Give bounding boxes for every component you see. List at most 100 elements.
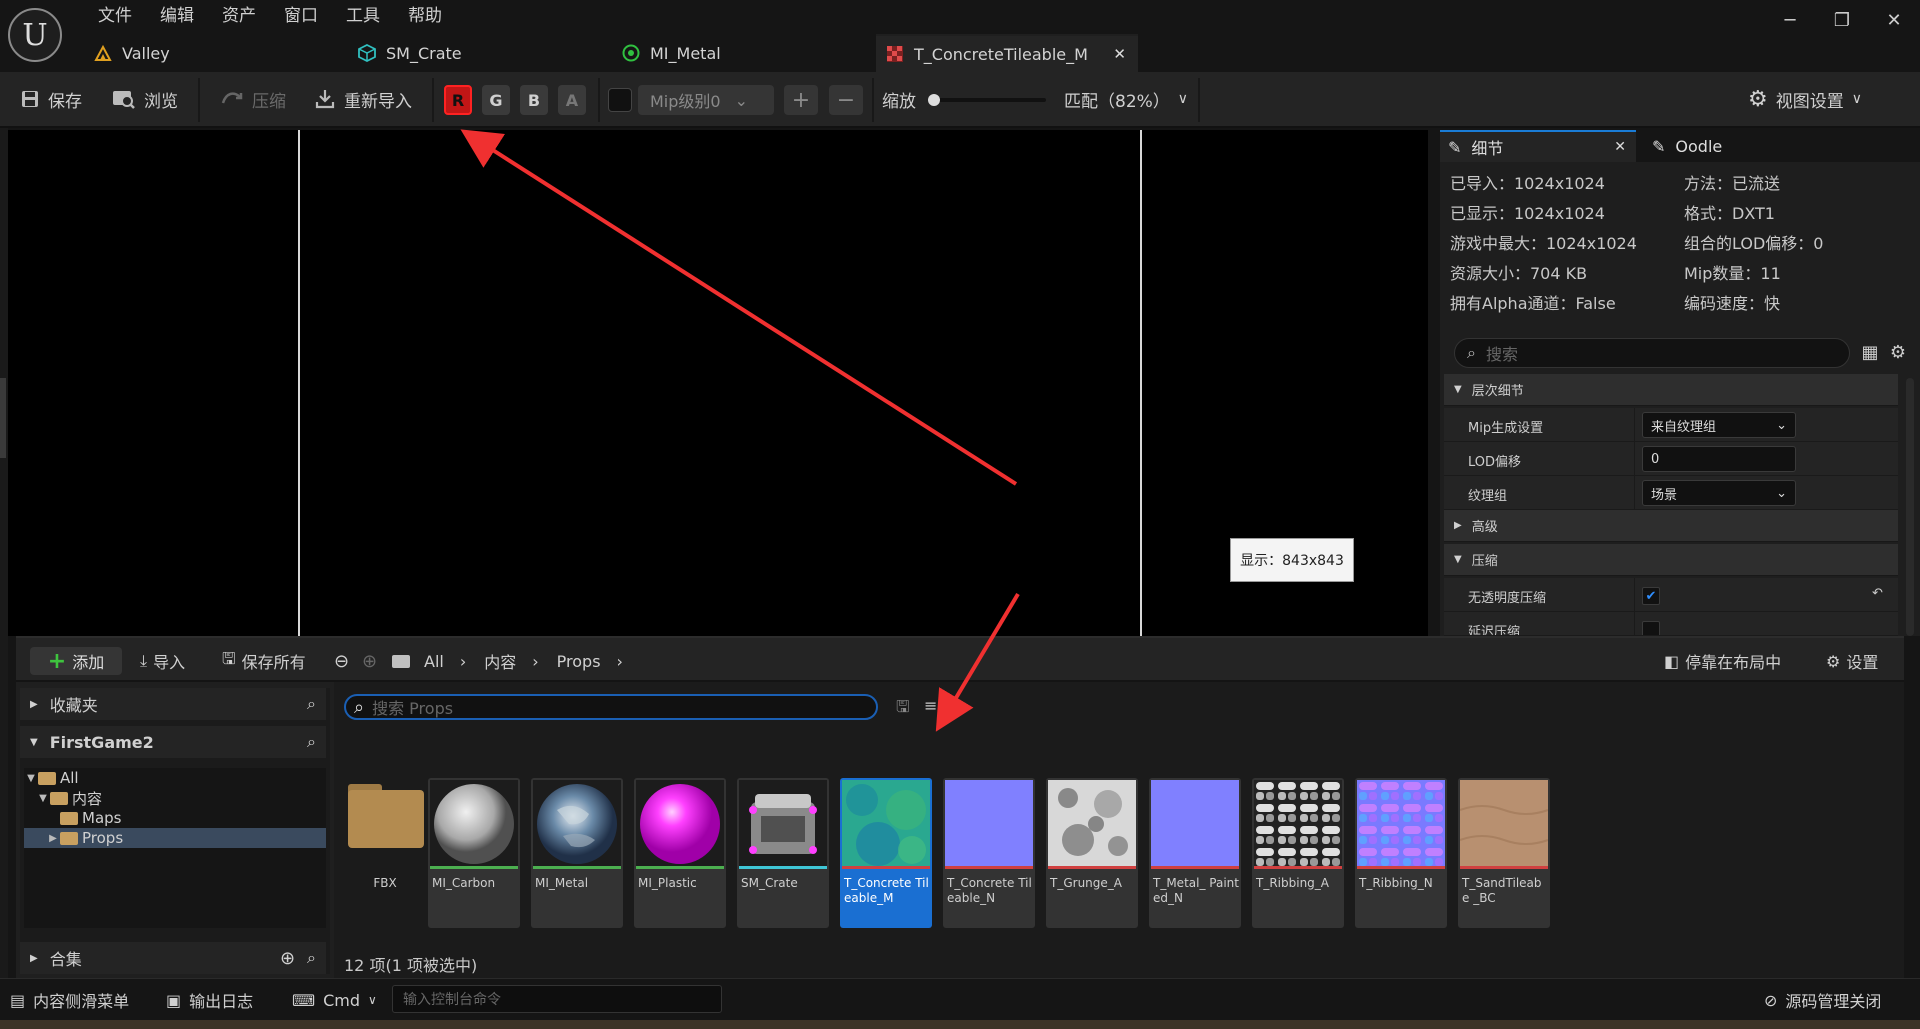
- add-button[interactable]: + 添加: [30, 647, 122, 675]
- channel-r-toggle[interactable]: R: [444, 85, 472, 115]
- category-advanced[interactable]: ▶ 高级: [1444, 510, 1898, 542]
- asset-tile-t-metal-painted-n[interactable]: T_Metal_ Painted_N: [1149, 778, 1241, 928]
- gutter-handle[interactable]: [0, 378, 6, 458]
- view-settings-button[interactable]: ⚙ 视图设置 ∨: [1748, 82, 1862, 116]
- asset-tile-mi-metal[interactable]: MI_Metal: [531, 778, 623, 928]
- save-all-button[interactable]: 🖫 保存所有: [222, 648, 306, 674]
- asset-tile-mi-carbon[interactable]: MI_Carbon: [428, 778, 520, 928]
- asset-tile-t-concretetileable-n[interactable]: T_Concrete Tileable_N: [943, 778, 1035, 928]
- zoom-slider-handle[interactable]: [928, 94, 940, 106]
- details-search-input[interactable]: ⌕ 搜索: [1454, 338, 1850, 368]
- teal-noise-thumbnail: [842, 780, 930, 868]
- panel-splitter[interactable]: [1428, 130, 1440, 636]
- folder-fbx[interactable]: FBX: [344, 778, 426, 928]
- compress-button[interactable]: 压缩: [220, 82, 286, 116]
- drawer-settings-button[interactable]: ⚙ 设置: [1826, 648, 1878, 674]
- folder-icon: [348, 790, 424, 848]
- zoom-fit-dropdown[interactable]: 匹配（82%） ∨: [1064, 82, 1188, 116]
- chevron-right-icon[interactable]: ›: [532, 652, 538, 671]
- mip-decrease-button[interactable]: −: [829, 85, 863, 115]
- info-resource-size: 资源大小：704 KB: [1450, 264, 1588, 283]
- chevron-right-icon[interactable]: ›: [617, 652, 623, 671]
- channel-b-toggle[interactable]: B: [520, 85, 548, 115]
- tree-item-all[interactable]: ▼ All: [24, 768, 326, 788]
- search-icon[interactable]: ⌕: [307, 732, 316, 752]
- breadcrumb-all[interactable]: All: [424, 652, 444, 671]
- defer-checkbox[interactable]: [1642, 621, 1660, 635]
- close-tab-icon[interactable]: ✕: [1113, 45, 1126, 63]
- asset-tile-t-ribbing-n[interactable]: T_Ribbing_N: [1355, 778, 1447, 928]
- tab-t-concretetileable-m[interactable]: T_ConcreteTileable_M ✕: [876, 34, 1138, 72]
- search-icon[interactable]: ⌕: [307, 948, 316, 968]
- back-button[interactable]: ⊖: [334, 648, 349, 674]
- asset-tile-sm-crate[interactable]: SM_Crate: [737, 778, 829, 928]
- search-icon[interactable]: ⌕: [307, 694, 316, 714]
- output-log-button[interactable]: ▣ 输出日志: [166, 985, 253, 1015]
- breadcrumb-content[interactable]: 内容: [484, 649, 516, 673]
- mip-checkbox[interactable]: [608, 88, 632, 112]
- add-collection-icon[interactable]: ⊕: [280, 948, 295, 969]
- dock-in-layout-button[interactable]: ◧ 停靠在布局中: [1664, 648, 1781, 674]
- ribbing-normal-thumbnail: [1357, 780, 1445, 868]
- category-level-detail[interactable]: ▼ 层次细节: [1444, 374, 1898, 406]
- tab-mi-metal[interactable]: MI_Metal: [612, 34, 876, 72]
- tab-sm-crate[interactable]: SM_Crate: [348, 34, 612, 72]
- browse-button[interactable]: 浏览: [112, 82, 178, 116]
- tree-item-maps[interactable]: Maps: [24, 808, 326, 828]
- search-icon: ⌕: [1467, 343, 1476, 362]
- tree-item-content[interactable]: ▼ 内容: [24, 788, 326, 808]
- channel-a-toggle[interactable]: A: [558, 85, 586, 115]
- table-view-icon[interactable]: ▦: [1858, 338, 1882, 366]
- breadcrumb-props[interactable]: Props: [557, 652, 601, 671]
- asset-tile-t-ribbing-a[interactable]: T_Ribbing_A: [1252, 778, 1344, 928]
- content-drawer-button[interactable]: ▤ 内容侧滑菜单: [10, 985, 129, 1015]
- menu-file[interactable]: 文件: [84, 4, 146, 28]
- menu-window[interactable]: 窗口: [270, 4, 332, 28]
- menu-edit[interactable]: 编辑: [146, 4, 208, 28]
- texture-viewport[interactable]: [8, 130, 1434, 636]
- chevron-down-icon[interactable]: ∨: [946, 700, 955, 714]
- zoom-slider[interactable]: [928, 94, 1046, 106]
- gear-icon[interactable]: ⚙: [1886, 338, 1910, 366]
- console-command-input[interactable]: 输入控制台命令: [392, 985, 722, 1013]
- asset-tile-t-concretetileable-m[interactable]: T_Concrete Tileable_M: [840, 778, 932, 928]
- forward-button[interactable]: ⊕: [362, 648, 377, 674]
- chevron-right-icon[interactable]: ›: [460, 652, 466, 671]
- mip-gen-dropdown[interactable]: 来自纹理组 ⌄: [1642, 412, 1796, 438]
- menu-help[interactable]: 帮助: [394, 4, 456, 28]
- details-scrollbar[interactable]: [1906, 378, 1914, 636]
- menu-asset[interactable]: 资产: [208, 4, 270, 28]
- favorites-header[interactable]: ▶ 收藏夹 ⌕: [20, 688, 326, 720]
- asset-tile-mi-plastic[interactable]: MI_Plastic: [634, 778, 726, 928]
- asset-tile-t-sandtileabe-bc[interactable]: T_SandTileabe _BC: [1458, 778, 1550, 928]
- tab-details[interactable]: ✎ 细节 ✕: [1440, 130, 1636, 162]
- save-search-icon[interactable]: 🖫: [896, 696, 910, 723]
- asset-tile-t-grunge-a[interactable]: T_Grunge_A: [1046, 778, 1138, 928]
- save-button[interactable]: 保存: [20, 82, 82, 116]
- texture-group-dropdown[interactable]: 场景 ⌄: [1642, 480, 1796, 506]
- restore-button[interactable]: ❐: [1816, 0, 1868, 40]
- project-header[interactable]: ▼ FirstGame2 ⌕: [20, 726, 326, 758]
- tab-valley[interactable]: Valley: [84, 34, 348, 72]
- reset-arrow-icon[interactable]: ↶: [1872, 586, 1883, 601]
- channel-g-toggle[interactable]: G: [482, 85, 510, 115]
- mip-increase-button[interactable]: +: [784, 85, 818, 115]
- tree-item-props[interactable]: ▶ Props: [24, 828, 326, 848]
- source-control-button[interactable]: ⊘ 源码管理关闭: [1764, 985, 1881, 1015]
- filter-icon[interactable]: ≡: [924, 696, 937, 715]
- tab-oodle[interactable]: ✎ Oodle: [1644, 130, 1722, 162]
- import-button[interactable]: ⤓ 导入: [140, 648, 185, 674]
- asset-search-input[interactable]: ⌕ 搜索 Props: [344, 694, 878, 720]
- mip-level-dropdown[interactable]: Mip级别0 ⌄: [638, 85, 774, 115]
- close-window-button[interactable]: ✕: [1868, 0, 1920, 40]
- unreal-logo-icon[interactable]: U: [8, 8, 62, 62]
- close-tab-icon[interactable]: ✕: [1614, 139, 1626, 155]
- no-alpha-checkbox[interactable]: ✔: [1642, 587, 1660, 605]
- collections-header[interactable]: ▶ 合集 ⊕ ⌕: [20, 942, 326, 974]
- cmd-dropdown[interactable]: ⌨ Cmd ∨: [292, 985, 377, 1015]
- minimize-button[interactable]: ─: [1764, 0, 1816, 40]
- menu-tools[interactable]: 工具: [332, 4, 394, 28]
- category-compression[interactable]: ▼ 压缩: [1444, 544, 1898, 576]
- reimport-button[interactable]: 重新导入: [314, 82, 412, 116]
- lod-bias-input[interactable]: 0: [1642, 446, 1796, 472]
